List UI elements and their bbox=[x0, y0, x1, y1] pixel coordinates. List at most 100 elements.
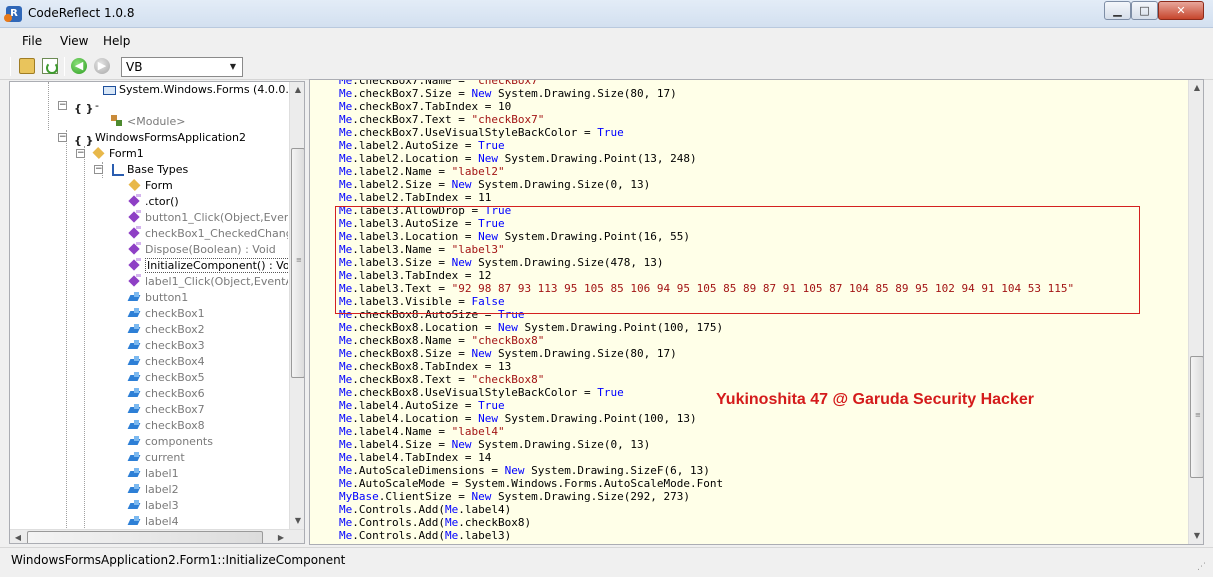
tree-item[interactable]: Form bbox=[128, 178, 173, 194]
collapse-toggle-icon[interactable]: − bbox=[76, 149, 85, 158]
code-token: .AutoScaleDimensions = bbox=[352, 464, 505, 477]
tree-item[interactable]: −{ } WindowsFormsApplication2 bbox=[58, 130, 246, 147]
tree-item[interactable]: − Base Types bbox=[94, 162, 188, 178]
tree-vertical-scrollbar[interactable]: ▲ ≡ ▼ bbox=[289, 82, 304, 529]
code-line: Me.Controls.Add(Me.label4) bbox=[339, 503, 1074, 516]
code-token: .label4.Name = bbox=[352, 425, 452, 438]
code-line: Me.checkBox8.Location = New System.Drawi… bbox=[339, 321, 1074, 334]
code-view[interactable]: Me.checkBox7.Name = "checkBox7" Me.checkB… bbox=[309, 79, 1204, 545]
tree-item[interactable]: label1_Click(Object,EventArgs) : bbox=[128, 274, 288, 290]
tree-item[interactable]: checkBox2 bbox=[128, 322, 205, 338]
tree-item[interactable]: label4 bbox=[128, 514, 179, 529]
code-line: Me.checkBox8.Size = New System.Drawing.S… bbox=[339, 347, 1074, 360]
code-token: System.Drawing.Size(0, 13) bbox=[471, 438, 651, 451]
open-folder-icon[interactable] bbox=[19, 58, 35, 74]
menu-help[interactable]: Help bbox=[103, 34, 130, 48]
field-icon bbox=[128, 322, 142, 336]
minimize-button[interactable]: ▁ bbox=[1104, 1, 1131, 20]
tree-item[interactable]: checkBox1 bbox=[128, 306, 205, 322]
assembly-tree-panel[interactable]: System.Windows.Forms (4.0.0.0) −{ } - <Modu… bbox=[9, 81, 305, 544]
method-icon bbox=[128, 258, 142, 272]
tree-item[interactable]: InitializeComponent() : Void bbox=[128, 258, 288, 274]
code-token: .Controls.Add( bbox=[352, 529, 445, 542]
code-token: .label4) bbox=[458, 503, 512, 516]
code-token: .checkBox8.TabIndex = 13 bbox=[352, 360, 512, 373]
tree-item[interactable]: checkBox5 bbox=[128, 370, 205, 386]
refresh-icon[interactable] bbox=[42, 58, 58, 74]
code-keyword: Me bbox=[339, 516, 353, 529]
tree-item[interactable]: −{ } - bbox=[58, 98, 99, 115]
tree-item-label: checkBox4 bbox=[145, 355, 205, 368]
scroll-down-icon[interactable]: ▼ bbox=[290, 513, 304, 529]
code-token: System.Drawing.Size(80, 17) bbox=[491, 87, 677, 100]
tree-item[interactable]: System.Windows.Forms (4.0.0.0) bbox=[102, 82, 288, 98]
code-keyword: Me bbox=[444, 516, 459, 529]
namespace-icon: { } bbox=[74, 134, 94, 147]
tree-hscroll-thumb[interactable] bbox=[27, 531, 263, 543]
tree-item[interactable]: checkBox4 bbox=[128, 354, 205, 370]
maximize-button[interactable]: □ bbox=[1131, 1, 1158, 20]
menu-view[interactable]: View bbox=[60, 34, 88, 48]
menu-file[interactable]: File bbox=[22, 34, 42, 48]
code-line: Me.label2.AutoSize = True bbox=[339, 139, 1074, 152]
tree-item[interactable]: Dispose(Boolean) : Void bbox=[128, 242, 276, 258]
code-token: .Controls.Add( bbox=[352, 503, 445, 516]
tree-item-label: button1_Click(Object,EventArgs) bbox=[145, 211, 288, 224]
code-token: .label2.Location = bbox=[352, 152, 479, 165]
scroll-up-icon[interactable]: ▲ bbox=[290, 82, 304, 98]
tree-item-label: button1 bbox=[145, 291, 189, 304]
tree-item-label: Form1 bbox=[109, 147, 144, 160]
tree-item[interactable]: current bbox=[128, 450, 185, 466]
scroll-up-icon[interactable]: ▲ bbox=[1189, 80, 1203, 96]
code-keyword: True bbox=[478, 399, 505, 412]
tree-item[interactable]: components bbox=[128, 434, 213, 450]
code-line: Me.checkBox7.TabIndex = 10 bbox=[339, 100, 1074, 113]
code-keyword: Me bbox=[339, 165, 353, 178]
tree-item[interactable]: checkBox7 bbox=[128, 402, 205, 418]
code-keyword: Me bbox=[339, 399, 353, 412]
code-scroll-thumb[interactable]: ≡ bbox=[1190, 356, 1203, 478]
field-icon bbox=[128, 290, 142, 304]
scroll-down-icon[interactable]: ▼ bbox=[1189, 528, 1203, 544]
tree-item[interactable]: button1_Click(Object,EventArgs) bbox=[128, 210, 288, 226]
tree-item[interactable]: label3 bbox=[128, 498, 179, 514]
collapse-toggle-icon[interactable]: − bbox=[94, 165, 103, 174]
title-bar: R CodeReflect 1.0.8 ▁ □ ✕ bbox=[0, 0, 1213, 28]
tree-scroll-thumb[interactable]: ≡ bbox=[291, 148, 304, 378]
language-select[interactable]: VB ▼ bbox=[121, 57, 243, 77]
tree-item[interactable]: label1 bbox=[128, 466, 179, 482]
tree-item[interactable]: button1 bbox=[128, 290, 188, 306]
code-keyword: Me bbox=[339, 191, 353, 204]
grip-icon: ≡ bbox=[1195, 411, 1201, 419]
collapse-toggle-icon[interactable]: − bbox=[58, 133, 67, 142]
code-keyword: MyBase bbox=[339, 490, 379, 503]
code-keyword: Me bbox=[445, 542, 458, 544]
back-arrow-icon[interactable]: ◀ bbox=[71, 58, 87, 74]
highlight-annotation-box bbox=[335, 206, 1140, 314]
collapse-toggle-icon[interactable]: − bbox=[58, 101, 67, 110]
tree-item[interactable]: checkBox8 bbox=[128, 418, 205, 434]
close-button[interactable]: ✕ bbox=[1158, 1, 1204, 20]
code-keyword: Me bbox=[339, 139, 353, 152]
code-keyword: New bbox=[497, 321, 518, 334]
field-icon bbox=[128, 514, 142, 528]
tree-item[interactable]: checkBox6 bbox=[128, 386, 205, 402]
code-keyword: Me bbox=[339, 438, 353, 451]
tree-item[interactable]: label2 bbox=[128, 482, 179, 498]
code-token: .label3) bbox=[458, 529, 512, 542]
tree-horizontal-scrollbar[interactable]: ◀ ▶ bbox=[10, 529, 304, 543]
scroll-right-icon[interactable]: ▶ bbox=[273, 530, 289, 543]
tree-item[interactable]: checkBox3 bbox=[128, 338, 205, 354]
tree-item[interactable]: <Module> bbox=[110, 114, 185, 130]
code-token: .checkBox8.UseVisualStyleBackColor = bbox=[352, 386, 598, 399]
code-vertical-scrollbar[interactable]: ▲ ≡ ▼ bbox=[1188, 80, 1203, 544]
forward-arrow-icon[interactable]: ▶ bbox=[94, 58, 110, 74]
code-token: System.Drawing.Point(100, 175) bbox=[517, 321, 724, 334]
tree-item[interactable]: checkBox1_CheckedChanged(Ob bbox=[128, 226, 288, 242]
tree-item[interactable]: .ctor() bbox=[128, 194, 179, 210]
assembly-tree: System.Windows.Forms (4.0.0.0) −{ } - <Modu… bbox=[10, 82, 288, 529]
tree-item[interactable]: − Form1 bbox=[76, 146, 144, 162]
scroll-left-icon[interactable]: ◀ bbox=[10, 530, 26, 543]
resize-grip-icon[interactable]: ⋰ bbox=[1197, 561, 1209, 573]
grip-icon: ≡ bbox=[296, 256, 302, 264]
